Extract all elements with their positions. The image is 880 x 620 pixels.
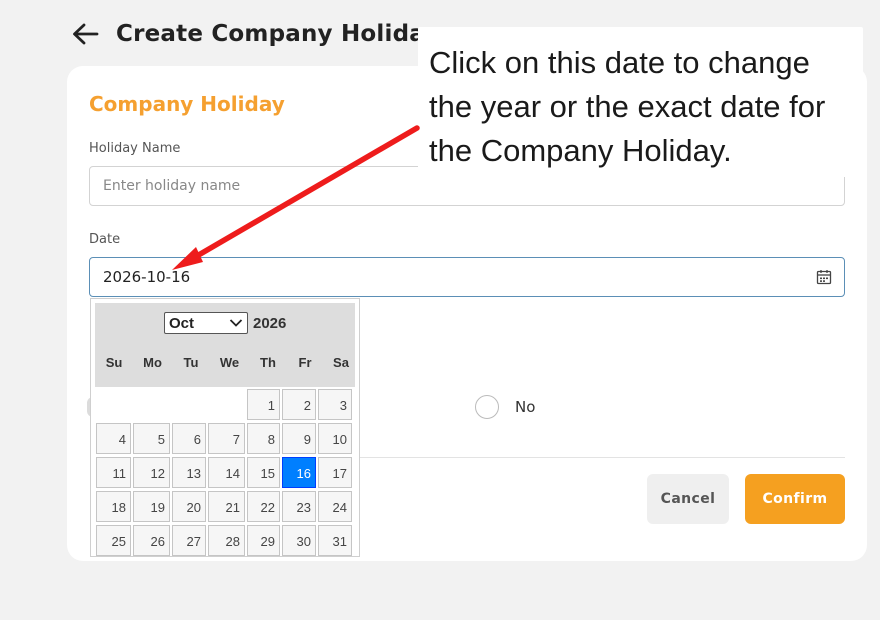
back-button[interactable] — [70, 19, 100, 49]
day-cell-empty — [96, 389, 131, 420]
datepicker-title: Oct 2026 — [164, 312, 286, 334]
cancel-button[interactable]: Cancel — [647, 474, 729, 524]
day-cell[interactable]: 11 — [96, 457, 131, 488]
day-cell[interactable]: 3 — [318, 389, 352, 420]
day-cell[interactable]: 9 — [282, 423, 316, 454]
day-cell[interactable]: 17 — [318, 457, 352, 488]
date-input[interactable]: 2026-10-16 — [89, 257, 845, 297]
day-cell[interactable]: 13 — [172, 457, 206, 488]
day-cell[interactable]: 23 — [282, 491, 316, 522]
weekday-label: Fr — [298, 355, 312, 370]
day-cell[interactable]: 14 — [208, 457, 245, 488]
day-cell[interactable]: 2 — [282, 389, 316, 420]
day-cell[interactable]: 26 — [133, 525, 170, 556]
calendar-icon[interactable] — [816, 269, 832, 285]
day-cell[interactable]: 19 — [133, 491, 170, 522]
section-title: Company Holiday — [89, 92, 285, 116]
annotation-line: Click on this date to change — [429, 45, 810, 80]
date-label: Date — [89, 232, 121, 247]
annotation-callout: Click on this date to change the year or… — [418, 27, 863, 177]
day-cell[interactable]: 25 — [96, 525, 131, 556]
annotation-line: the year or the exact date for — [429, 89, 826, 124]
month-select-value: Oct — [169, 314, 195, 332]
chevron-down-icon — [229, 319, 243, 327]
day-cell-empty — [208, 389, 245, 420]
weekday-label: Tu — [183, 355, 199, 370]
date-value: 2026-10-16 — [103, 268, 191, 286]
day-cell[interactable]: 16 — [282, 457, 316, 488]
day-cell[interactable]: 22 — [247, 491, 280, 522]
day-cell-empty — [172, 389, 206, 420]
day-cell[interactable]: 29 — [247, 525, 280, 556]
day-grid: 1 2 3 4 5 6 7 8 9 10 11 12 13 14 15 16 17 18 19 20 21 22 23 24 2… — [95, 389, 355, 556]
weekday-label: Su — [105, 355, 123, 370]
day-cell[interactable]: 8 — [247, 423, 280, 454]
page-header: Create Company Holiday — [70, 14, 439, 54]
weekday-label: Mo — [143, 355, 162, 370]
radio-no[interactable] — [475, 395, 499, 419]
day-cell[interactable]: 6 — [172, 423, 206, 454]
holiday-name-label: Holiday Name — [89, 141, 181, 156]
weekday-label: Th — [260, 355, 276, 370]
day-cell[interactable]: 7 — [208, 423, 245, 454]
weekday-label: Sa — [333, 355, 349, 370]
day-cell[interactable]: 5 — [133, 423, 170, 454]
day-cell[interactable]: 1 — [247, 389, 280, 420]
day-cell[interactable]: 21 — [208, 491, 245, 522]
day-cell[interactable]: 12 — [133, 457, 170, 488]
day-cell[interactable]: 30 — [282, 525, 316, 556]
arrow-left-icon — [73, 23, 99, 45]
form-divider — [293, 457, 845, 458]
annotation-line: the Company Holiday. — [429, 133, 732, 168]
day-cell-empty — [133, 389, 170, 420]
day-cell[interactable]: 18 — [96, 491, 131, 522]
day-cell[interactable]: 24 — [318, 491, 352, 522]
weekday-label: We — [219, 355, 240, 370]
confirm-button[interactable]: Confirm — [745, 474, 845, 524]
datepicker: Oct 2026 Su Mo Tu We Th Fr Sa 1234567891… — [90, 298, 360, 557]
day-cell[interactable]: 10 — [318, 423, 352, 454]
radio-no-label: No — [515, 398, 536, 416]
day-cell[interactable]: 31 — [318, 525, 352, 556]
day-cell[interactable]: 15 — [247, 457, 280, 488]
day-cell[interactable]: 4 — [96, 423, 131, 454]
month-select[interactable]: Oct — [164, 312, 248, 334]
day-cell[interactable]: 27 — [172, 525, 206, 556]
year-label: 2026 — [253, 314, 287, 332]
page-title: Create Company Holiday — [116, 21, 440, 47]
datepicker-header: Oct 2026 Su Mo Tu We Th Fr Sa — [95, 303, 355, 387]
radio-option-no[interactable]: No — [475, 395, 535, 419]
day-cell[interactable]: 20 — [172, 491, 206, 522]
day-cell[interactable]: 28 — [208, 525, 245, 556]
weekday-header: Su Mo Tu We Th Fr Sa — [95, 355, 355, 370]
